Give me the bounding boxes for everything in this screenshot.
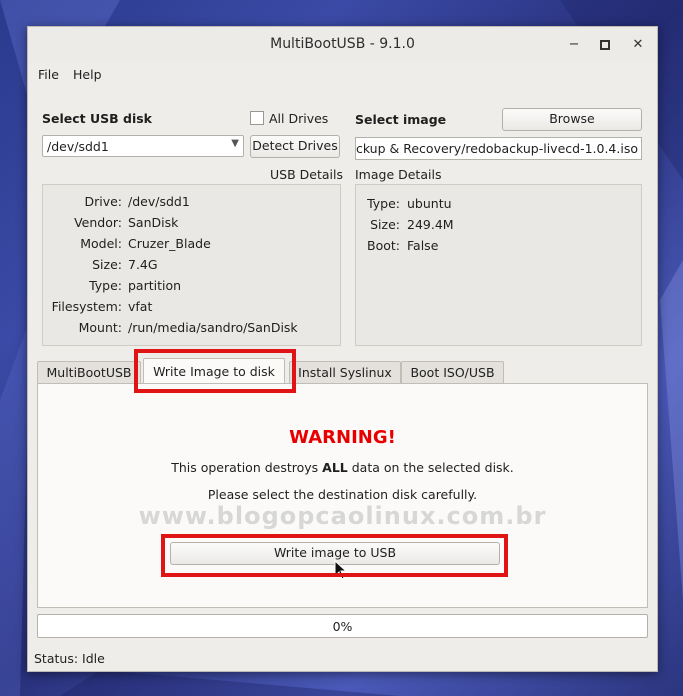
detail-key: Type: — [89, 278, 122, 293]
highlight-write-button — [161, 534, 508, 577]
progress-bar: 0% — [37, 614, 648, 638]
status-text: Status: Idle — [34, 651, 105, 666]
usb-disk-select[interactable]: /dev/sdd1 ▼ — [42, 135, 244, 157]
image-path-value: Backup & Recovery/redobackup-livecd-1.0.… — [355, 141, 638, 156]
close-icon[interactable]: ✕ — [629, 36, 647, 54]
select-usb-heading: Select USB disk — [42, 111, 152, 126]
all-drives-checkbox[interactable] — [250, 111, 264, 125]
image-path-field[interactable]: Backup & Recovery/redobackup-livecd-1.0.… — [355, 137, 642, 160]
tab-multibootusb[interactable]: MultiBootUSB — [37, 361, 141, 384]
tab-bar: MultiBootUSB Write Image to disk Install… — [37, 358, 647, 384]
menu-file[interactable]: File — [38, 67, 59, 82]
detail-value: 7.4G — [128, 257, 158, 272]
detail-key: Model: — [80, 236, 122, 251]
minimize-icon[interactable]: − — [565, 36, 583, 54]
title-bar[interactable]: MultiBootUSB - 9.1.0 − ✕ — [28, 27, 657, 64]
watermark: www.blogopcaolinux.com.br — [138, 502, 547, 530]
detail-key: Boot: — [367, 238, 400, 253]
menu-bar: File Help — [28, 63, 657, 85]
warning-line-2: Please select the destination disk caref… — [207, 487, 478, 502]
tab-boot-iso-usb[interactable]: Boot ISO/USB — [401, 361, 504, 384]
detail-value: partition — [128, 278, 182, 293]
detail-value: /dev/sdd1 — [128, 194, 190, 209]
usb-details-heading: USB Details — [270, 167, 343, 182]
detail-value: vfat — [128, 299, 153, 314]
maximize-icon[interactable] — [596, 36, 614, 54]
warning-text: WARNING! — [289, 427, 396, 448]
image-details-panel: Type: ubuntu Size: 249.4M Boot: False — [355, 184, 642, 346]
image-details-heading: Image Details — [355, 167, 442, 182]
detail-value: 249.4M — [407, 217, 454, 232]
detail-value: False — [407, 238, 439, 253]
progress-text: 0% — [332, 619, 353, 634]
chevron-down-icon: ▼ — [231, 138, 239, 149]
highlight-tab — [134, 349, 296, 393]
detail-key: Drive: — [84, 194, 122, 209]
detect-drives-button[interactable]: Detect Drives — [250, 135, 340, 158]
detail-key: Size: — [370, 217, 400, 232]
detail-key: Vendor: — [74, 215, 122, 230]
usb-disk-value: /dev/sdd1 — [47, 139, 109, 154]
select-image-heading: Select image — [355, 112, 447, 127]
detail-value: ubuntu — [407, 196, 452, 211]
warning-line-1: This operation destroys ALL data on the … — [171, 460, 514, 475]
browse-button[interactable]: Browse — [502, 108, 642, 131]
detail-key: Filesystem: — [51, 299, 122, 314]
menu-help[interactable]: Help — [73, 67, 102, 82]
tab-install-syslinux[interactable]: Install Syslinux — [289, 361, 401, 384]
detail-key: Mount: — [78, 320, 122, 335]
detail-key: Size: — [92, 257, 122, 272]
all-drives-label: All Drives — [269, 111, 329, 126]
detail-key: Type: — [367, 196, 400, 211]
detail-value: /run/media/sandro/SanDisk — [128, 320, 298, 335]
app-window: MultiBootUSB - 9.1.0 − ✕ File Help Selec… — [27, 26, 658, 672]
window-title: MultiBootUSB - 9.1.0 — [270, 36, 415, 52]
detail-value: Cruzer_Blade — [128, 236, 211, 251]
usb-details-panel: Drive: /dev/sdd1 Vendor: SanDisk Model: Cruze… — [42, 184, 341, 346]
detail-value: SanDisk — [128, 215, 179, 230]
